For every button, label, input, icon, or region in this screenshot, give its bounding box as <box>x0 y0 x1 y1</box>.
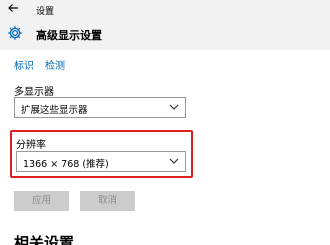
gear-icon <box>8 26 22 40</box>
multi-display-value: 扩展这些显示器 <box>21 105 88 116</box>
settings-window: 设置 高级显示设置 标识 检测 多显示器 扩展这些显示器 分辨率 1366 × … <box>0 0 330 245</box>
chevron-down-icon <box>169 104 179 110</box>
identify-link[interactable]: 标识 <box>14 57 34 72</box>
apply-button[interactable]: 应用 <box>14 191 69 211</box>
back-button[interactable] <box>6 2 20 16</box>
detect-link[interactable]: 检测 <box>45 57 65 72</box>
resolution-dropdown[interactable]: 1366 × 768 (推荐) <box>16 151 186 172</box>
cancel-button[interactable]: 取消 <box>80 191 135 211</box>
title-bar: 设置 <box>0 0 330 20</box>
multi-display-dropdown[interactable]: 扩展这些显示器 <box>14 97 186 118</box>
multi-display-label: 多显示器 <box>14 87 54 98</box>
related-settings-heading: 相关设置 <box>14 234 75 245</box>
page-header: 高级显示设置 <box>0 20 330 50</box>
window-title: 设置 <box>36 7 55 17</box>
resolution-value: 1366 × 768 (推荐) <box>23 159 109 170</box>
resolution-label: 分辨率 <box>16 140 46 151</box>
back-arrow-icon <box>8 4 18 12</box>
chevron-down-icon <box>169 158 179 164</box>
page-title: 高级显示设置 <box>36 29 102 42</box>
